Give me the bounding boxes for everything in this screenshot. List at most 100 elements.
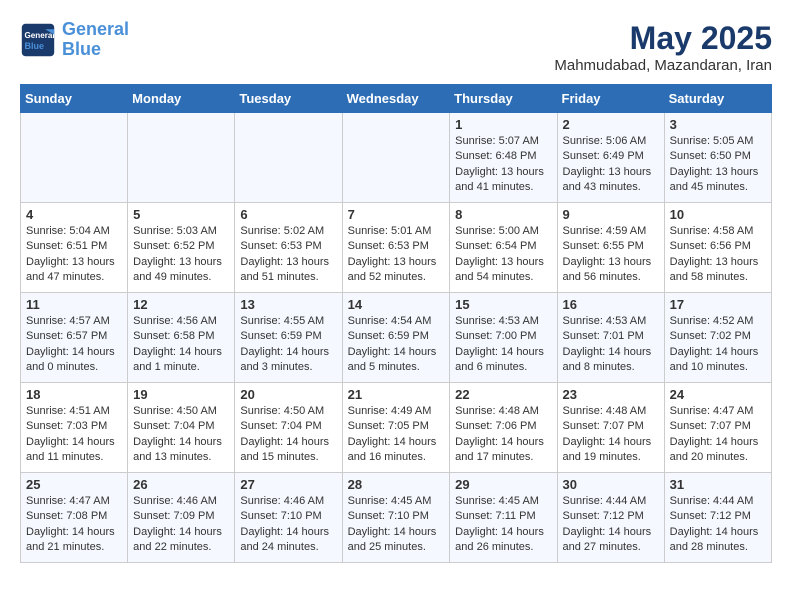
day-info: Sunrise: 5:07 AMSunset: 6:48 PMDaylight:… bbox=[455, 134, 551, 196]
calendar-cell: 11 Sunrise: 4:57 AMSunset: 6:57 PMDayligh… bbox=[21, 293, 128, 383]
day-info: Sunrise: 4:51 AMSunset: 7:03 PMDaylight:… bbox=[26, 404, 122, 466]
col-header-wednesday: Wednesday bbox=[342, 85, 450, 113]
day-info: Sunrise: 4:44 AMSunset: 7:12 PMDaylight:… bbox=[670, 494, 766, 556]
day-number: 3 bbox=[670, 117, 766, 132]
day-number: 25 bbox=[26, 477, 122, 492]
calendar-cell: 27Sunrise: 4:46 AMSunset: 7:10 PMDayligh… bbox=[235, 473, 342, 563]
col-header-monday: Monday bbox=[128, 85, 235, 113]
day-number: 13 bbox=[240, 297, 336, 312]
day-number: 6 bbox=[240, 207, 336, 222]
day-number: 16 bbox=[563, 297, 659, 312]
day-info: Sunrise: 4:50 AMSunset: 7:04 PMDaylight:… bbox=[240, 404, 336, 466]
calendar-cell: 28Sunrise: 4:45 AMSunset: 7:10 PMDayligh… bbox=[342, 473, 450, 563]
svg-text:Blue: Blue bbox=[25, 41, 45, 51]
day-number: 11 bbox=[26, 297, 122, 312]
calendar-cell: 25 Sunrise: 4:47 AMSunset: 7:08 PMDayligh… bbox=[21, 473, 128, 563]
calendar-cell: 31 Sunrise: 4:44 AMSunset: 7:12 PMDayligh… bbox=[664, 473, 771, 563]
calendar-cell: 12Sunrise: 4:56 AMSunset: 6:58 PMDayligh… bbox=[128, 293, 235, 383]
day-number: 15 bbox=[455, 297, 551, 312]
day-number: 18 bbox=[26, 387, 122, 402]
day-number: 12 bbox=[133, 297, 229, 312]
calendar-cell: 18 Sunrise: 4:51 AMSunset: 7:03 PMDayligh… bbox=[21, 383, 128, 473]
day-number: 14 bbox=[348, 297, 445, 312]
day-number: 31 bbox=[670, 477, 766, 492]
calendar-cell: 15 Sunrise: 4:53 AMSunset: 7:00 PMDayligh… bbox=[450, 293, 557, 383]
day-info: Sunrise: 4:47 AMSunset: 7:08 PMDaylight:… bbox=[26, 494, 122, 556]
day-info: Sunrise: 4:47 AMSunset: 7:07 PMDaylight:… bbox=[670, 404, 766, 466]
day-info: Sunrise: 4:57 AMSunset: 6:57 PMDaylight:… bbox=[26, 314, 122, 376]
calendar-cell bbox=[128, 113, 235, 203]
main-title: May 2025 bbox=[554, 20, 772, 57]
calendar-table: SundayMondayTuesdayWednesdayThursdayFrid… bbox=[20, 84, 772, 563]
day-info: Sunrise: 5:05 AMSunset: 6:50 PMDaylight:… bbox=[670, 134, 766, 196]
calendar-header-row: SundayMondayTuesdayWednesdayThursdayFrid… bbox=[21, 85, 772, 113]
day-info: Sunrise: 4:48 AMSunset: 7:07 PMDaylight:… bbox=[563, 404, 659, 466]
col-header-saturday: Saturday bbox=[664, 85, 771, 113]
calendar-cell: 6 Sunrise: 5:02 AMSunset: 6:53 PMDaylight… bbox=[235, 203, 342, 293]
calendar-cell: 8Sunrise: 5:00 AMSunset: 6:54 PMDaylight… bbox=[450, 203, 557, 293]
day-info: Sunrise: 4:45 AMSunset: 7:10 PMDaylight:… bbox=[348, 494, 445, 556]
day-number: 10 bbox=[670, 207, 766, 222]
day-number: 27 bbox=[240, 477, 336, 492]
calendar-cell: 20 Sunrise: 4:50 AMSunset: 7:04 PMDayligh… bbox=[235, 383, 342, 473]
logo-text: General Blue bbox=[62, 20, 129, 60]
day-info: Sunrise: 4:46 AMSunset: 7:09 PMDaylight:… bbox=[133, 494, 229, 556]
day-info: Sunrise: 4:54 AMSunset: 6:59 PMDaylight:… bbox=[348, 314, 445, 376]
day-number: 4 bbox=[26, 207, 122, 222]
logo: General Blue General Blue bbox=[20, 20, 129, 60]
day-info: Sunrise: 4:58 AMSunset: 6:56 PMDaylight:… bbox=[670, 224, 766, 286]
day-info: Sunrise: 4:45 AMSunset: 7:11 PMDaylight:… bbox=[455, 494, 551, 556]
day-info: Sunrise: 5:03 AMSunset: 6:52 PMDaylight:… bbox=[133, 224, 229, 286]
logo-line2: Blue bbox=[62, 39, 101, 59]
day-info: Sunrise: 4:55 AMSunset: 6:59 PMDaylight:… bbox=[240, 314, 336, 376]
col-header-friday: Friday bbox=[557, 85, 664, 113]
day-number: 2 bbox=[563, 117, 659, 132]
calendar-cell: 22Sunrise: 4:48 AMSunset: 7:06 PMDayligh… bbox=[450, 383, 557, 473]
week-row-1: 1Sunrise: 5:07 AMSunset: 6:48 PMDaylight… bbox=[21, 113, 772, 203]
calendar-cell: 1Sunrise: 5:07 AMSunset: 6:48 PMDaylight… bbox=[450, 113, 557, 203]
calendar-cell: 14 Sunrise: 4:54 AMSunset: 6:59 PMDayligh… bbox=[342, 293, 450, 383]
day-info: Sunrise: 4:50 AMSunset: 7:04 PMDaylight:… bbox=[133, 404, 229, 466]
day-number: 24 bbox=[670, 387, 766, 402]
day-info: Sunrise: 5:04 AMSunset: 6:51 PMDaylight:… bbox=[26, 224, 122, 286]
day-number: 23 bbox=[563, 387, 659, 402]
day-info: Sunrise: 4:53 AMSunset: 7:01 PMDaylight:… bbox=[563, 314, 659, 376]
title-block: May 2025 Mahmudabad, Mazandaran, Iran bbox=[554, 20, 772, 74]
day-info: Sunrise: 5:00 AMSunset: 6:54 PMDaylight:… bbox=[455, 224, 551, 286]
week-row-3: 11 Sunrise: 4:57 AMSunset: 6:57 PMDayligh… bbox=[21, 293, 772, 383]
calendar-cell: 4 Sunrise: 5:04 AMSunset: 6:51 PMDaylight… bbox=[21, 203, 128, 293]
calendar-cell bbox=[342, 113, 450, 203]
calendar-cell: 17 Sunrise: 4:52 AMSunset: 7:02 PMDayligh… bbox=[664, 293, 771, 383]
day-number: 19 bbox=[133, 387, 229, 402]
day-info: Sunrise: 4:52 AMSunset: 7:02 PMDaylight:… bbox=[670, 314, 766, 376]
week-row-2: 4 Sunrise: 5:04 AMSunset: 6:51 PMDaylight… bbox=[21, 203, 772, 293]
day-info: Sunrise: 4:53 AMSunset: 7:00 PMDaylight:… bbox=[455, 314, 551, 376]
day-info: Sunrise: 5:01 AMSunset: 6:53 PMDaylight:… bbox=[348, 224, 445, 286]
calendar-cell: 21Sunrise: 4:49 AMSunset: 7:05 PMDayligh… bbox=[342, 383, 450, 473]
day-info: Sunrise: 5:06 AMSunset: 6:49 PMDaylight:… bbox=[563, 134, 659, 196]
calendar-cell: 16 Sunrise: 4:53 AMSunset: 7:01 PMDayligh… bbox=[557, 293, 664, 383]
calendar-cell: 10 Sunrise: 4:58 AMSunset: 6:56 PMDayligh… bbox=[664, 203, 771, 293]
day-number: 29 bbox=[455, 477, 551, 492]
day-number: 22 bbox=[455, 387, 551, 402]
day-number: 30 bbox=[563, 477, 659, 492]
day-number: 7 bbox=[348, 207, 445, 222]
calendar-cell bbox=[21, 113, 128, 203]
day-number: 5 bbox=[133, 207, 229, 222]
day-number: 26 bbox=[133, 477, 229, 492]
day-number: 21 bbox=[348, 387, 445, 402]
day-info: Sunrise: 5:02 AMSunset: 6:53 PMDaylight:… bbox=[240, 224, 336, 286]
logo-icon: General Blue bbox=[20, 22, 56, 58]
calendar-cell: 9Sunrise: 4:59 AMSunset: 6:55 PMDaylight… bbox=[557, 203, 664, 293]
day-number: 17 bbox=[670, 297, 766, 312]
calendar-cell bbox=[235, 113, 342, 203]
logo-line1: General bbox=[62, 19, 129, 39]
col-header-thursday: Thursday bbox=[450, 85, 557, 113]
col-header-tuesday: Tuesday bbox=[235, 85, 342, 113]
day-number: 20 bbox=[240, 387, 336, 402]
calendar-cell: 29 Sunrise: 4:45 AMSunset: 7:11 PMDayligh… bbox=[450, 473, 557, 563]
calendar-cell: 19 Sunrise: 4:50 AMSunset: 7:04 PMDayligh… bbox=[128, 383, 235, 473]
calendar-cell: 30 Sunrise: 4:44 AMSunset: 7:12 PMDayligh… bbox=[557, 473, 664, 563]
col-header-sunday: Sunday bbox=[21, 85, 128, 113]
day-info: Sunrise: 4:44 AMSunset: 7:12 PMDaylight:… bbox=[563, 494, 659, 556]
